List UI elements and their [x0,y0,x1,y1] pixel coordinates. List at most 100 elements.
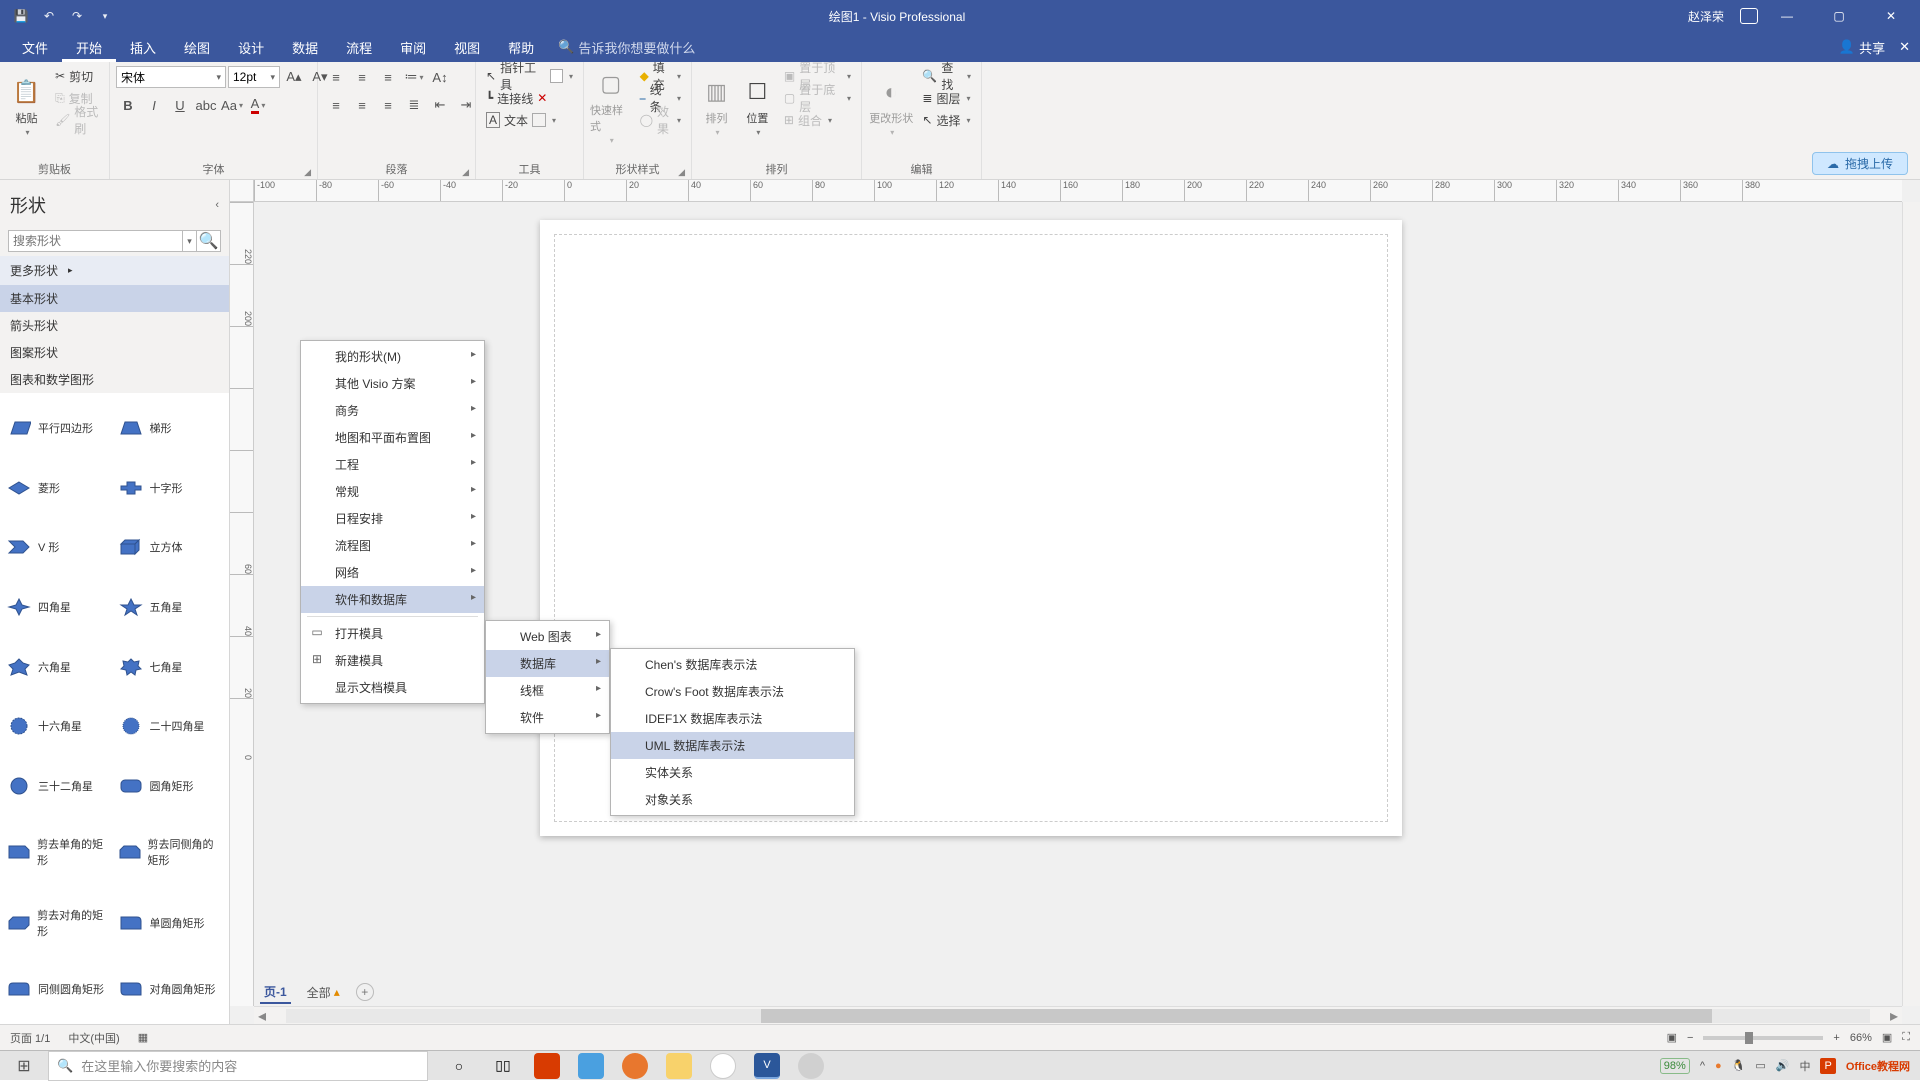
menu-item[interactable]: 软件▸ [486,704,609,731]
select-button[interactable]: ↖选择▾ [918,110,975,130]
start-button[interactable]: ⊞ [0,1051,48,1081]
shape-item[interactable]: 七角星 [116,638,226,696]
tray-volume-icon[interactable]: 🔊 [1776,1059,1790,1072]
shape-item[interactable]: 剪去对角的矩形 [4,889,114,959]
cortana-icon[interactable]: ○ [446,1053,472,1079]
shape-item[interactable]: 梯形 [116,399,226,457]
change-case-button[interactable]: Aa▾ [220,94,244,116]
presentation-mode-icon[interactable]: ▣ [1667,1031,1677,1044]
shape-item[interactable]: 十六角星 [4,697,114,755]
tray-icon[interactable]: ● [1715,1060,1722,1072]
tray-ime-icon[interactable]: 中 [1799,1058,1810,1074]
font-size-combo[interactable]: 12pt▾ [228,66,280,88]
align-top-button[interactable]: ≡ [324,66,348,88]
font-color-button[interactable]: A▾ [246,94,270,116]
tab-home[interactable]: 开始 [62,32,116,62]
shape-item[interactable]: 同侧圆角矩形 [4,960,114,1018]
taskbar-app-2[interactable] [798,1053,824,1079]
send-back-button[interactable]: ▢置于底层▾ [780,88,855,108]
tray-icon[interactable]: P [1820,1058,1835,1074]
tray-chevron-icon[interactable]: ^ [1700,1060,1705,1072]
tab-review[interactable]: 审阅 [386,32,440,62]
taskbar-app-firefox[interactable] [622,1053,648,1079]
search-go-button[interactable]: 🔍 [197,230,221,252]
scroll-right-icon[interactable]: ▸ [1886,1006,1902,1026]
menu-item[interactable]: 常规▸ [301,478,484,505]
align-bottom-button[interactable]: ≡ [376,66,400,88]
bullets-button[interactable]: ≔▾ [402,66,426,88]
shape-item[interactable]: V 形 [4,518,114,576]
search-shapes-input[interactable] [8,230,183,252]
minimize-button[interactable]: — [1764,0,1810,32]
tab-design[interactable]: 设计 [224,32,278,62]
menu-item[interactable]: Web 图表▸ [486,623,609,650]
zoom-out-button[interactable]: − [1687,1032,1693,1044]
shape-item[interactable]: 五角星 [116,578,226,636]
account-icon[interactable] [1740,8,1758,24]
menu-item[interactable]: 工程▸ [301,451,484,478]
bold-button[interactable]: B [116,94,140,116]
zoom-slider[interactable] [1703,1036,1823,1040]
taskbar-app-explorer[interactable] [666,1053,692,1079]
justify-button[interactable]: ≣ [402,94,426,116]
format-painter-button[interactable]: 🖌格式刷 [51,110,103,130]
menu-item[interactable]: 网络▸ [301,559,484,586]
underline-button[interactable]: U [168,94,192,116]
more-shapes-button[interactable]: 更多形状▸ [0,256,229,285]
shape-item[interactable]: 平行四边形 [4,399,114,457]
menu-item[interactable]: 线框▸ [486,677,609,704]
drag-upload-button[interactable]: ☁拖拽上传 [1812,152,1908,175]
taskbar-app-1[interactable] [578,1053,604,1079]
shape-item[interactable]: 菱形 [4,459,114,517]
qat-customize-icon[interactable]: ▾ [94,5,116,27]
shapestyle-dialog-launcher[interactable]: ◢ [678,167,685,178]
full-screen-icon[interactable]: ⛶ [1902,1031,1910,1044]
shape-item[interactable]: 剪去同侧角的矩形 [116,817,226,887]
stencil-basic-shapes[interactable]: 基本形状 [0,285,229,312]
align-right-button[interactable]: ≡ [376,94,400,116]
shape-item[interactable]: 圆角矩形 [116,757,226,815]
battery-indicator[interactable]: 98% [1660,1058,1690,1074]
ruler-horizontal[interactable]: -100-80-60-40-20020406080100120140160180… [254,180,1902,202]
menu-item[interactable]: 数据库▸ [486,650,609,677]
menu-item[interactable]: Chen's 数据库表示法 [611,651,854,678]
ruler-vertical[interactable]: 2202006040200 [230,202,254,1006]
menu-item[interactable]: 对象关系 [611,786,854,813]
shape-item[interactable]: 六角星 [4,638,114,696]
taskbar-app-office[interactable] [534,1053,560,1079]
status-language[interactable]: 中文(中国) [68,1030,119,1046]
tab-view[interactable]: 视图 [440,32,494,62]
user-name[interactable]: 赵泽荣 [1678,8,1734,25]
add-page-button[interactable]: + [356,983,374,1001]
tell-me[interactable]: 🔍告诉我你想要做什么 [558,38,695,57]
close-button[interactable]: ✕ [1868,0,1914,32]
taskbar-app-blank[interactable] [710,1053,736,1079]
cut-button[interactable]: ✂剪切 [51,66,103,86]
share-button[interactable]: 👤共享 [1839,38,1885,57]
menu-item[interactable]: 新建模具⊞ [301,647,484,674]
shape-item[interactable]: 对角圆角矩形 [116,960,226,1018]
taskbar-search[interactable]: 🔍在这里输入你要搜索的内容 [48,1051,428,1081]
find-button[interactable]: 🔍查找▾ [918,66,975,86]
italic-button[interactable]: I [142,94,166,116]
stencil-pattern-shapes[interactable]: 图案形状 [0,339,229,366]
task-view-icon[interactable]: ▯▯ [490,1053,516,1079]
ribbon-close-button[interactable]: ✕ [1899,39,1910,55]
redo-icon[interactable]: ↷ [66,5,88,27]
tab-data[interactable]: 数据 [278,32,332,62]
menu-item[interactable]: UML 数据库表示法 [611,732,854,759]
text-direction-button[interactable]: A↕ [428,66,452,88]
menu-item[interactable]: 我的形状(M)▸ [301,343,484,370]
menu-item[interactable]: 显示文档模具 [301,674,484,701]
stencil-chart-math[interactable]: 图表和数学图形 [0,366,229,393]
tab-draw[interactable]: 绘图 [170,32,224,62]
menu-item[interactable]: 流程图▸ [301,532,484,559]
shape-item[interactable]: 单圆角矩形 [116,889,226,959]
indent-dec-button[interactable]: ⇤ [428,94,452,116]
shape-item[interactable]: 二十四角星 [116,697,226,755]
scrollbar-horizontal[interactable]: ◂ ▸ [254,1006,1902,1024]
shape-item[interactable]: 立方体 [116,518,226,576]
tab-file[interactable]: 文件 [8,32,62,62]
menu-item[interactable]: Crow's Foot 数据库表示法 [611,678,854,705]
layers-button[interactable]: ≣图层▾ [918,88,975,108]
